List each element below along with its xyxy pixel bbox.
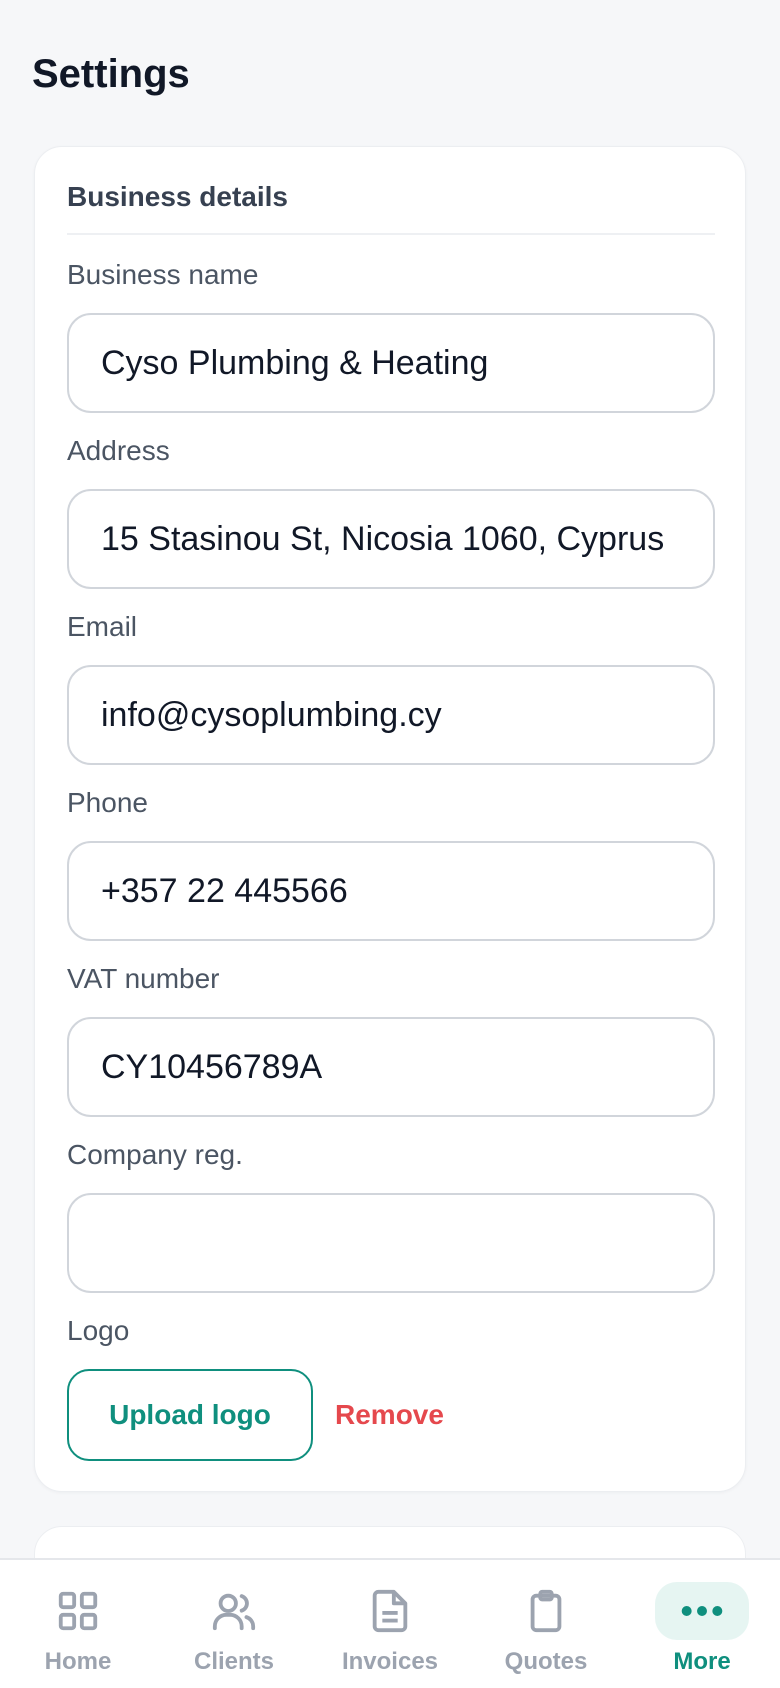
phone-input[interactable] [67, 841, 715, 941]
nav-label-invoices: Invoices [341, 1648, 439, 1675]
address-input[interactable] [67, 489, 715, 589]
address-label: Address [67, 435, 170, 466]
remove-logo-button[interactable]: Remove [335, 1369, 444, 1461]
nav-label-clients: Clients [193, 1648, 274, 1675]
more-dots-icon [681, 1606, 723, 1616]
email-label: Email [67, 611, 138, 642]
document-icon [372, 1589, 408, 1633]
phone-label: Phone [67, 787, 148, 818]
users-icon [212, 1593, 256, 1631]
upload-logo-button[interactable]: Upload logo [67, 1369, 313, 1461]
section-title: Business details [67, 181, 288, 212]
bottom-nav: Home Clients Invoices Quotes More [0, 1558, 780, 1688]
nav-label-more: More [673, 1648, 731, 1675]
nav-label-quotes: Quotes [504, 1648, 588, 1675]
nav-item-invoices[interactable]: Invoices [312, 1560, 468, 1688]
company-reg-input[interactable] [67, 1193, 715, 1293]
page-title: Settings [32, 52, 190, 96]
logo-label: Logo [67, 1315, 130, 1346]
vat-number-label: VAT number [67, 963, 220, 994]
business-name-label: Business name [67, 259, 259, 290]
nav-item-quotes[interactable]: Quotes [468, 1560, 624, 1688]
business-details-card: Business details Business name Address E… [34, 146, 746, 1492]
email-input[interactable] [67, 665, 715, 765]
nav-item-clients[interactable]: Clients [156, 1560, 312, 1688]
business-name-input[interactable] [67, 313, 715, 413]
nav-item-home[interactable]: Home [0, 1560, 156, 1688]
vat-number-input[interactable] [67, 1017, 715, 1117]
nav-label-home: Home [44, 1648, 112, 1675]
divider [67, 233, 715, 235]
clipboard-icon [530, 1589, 562, 1633]
grid-icon [58, 1591, 98, 1631]
nav-item-more[interactable]: More [624, 1560, 780, 1688]
company-reg-label: Company reg. [67, 1139, 243, 1170]
